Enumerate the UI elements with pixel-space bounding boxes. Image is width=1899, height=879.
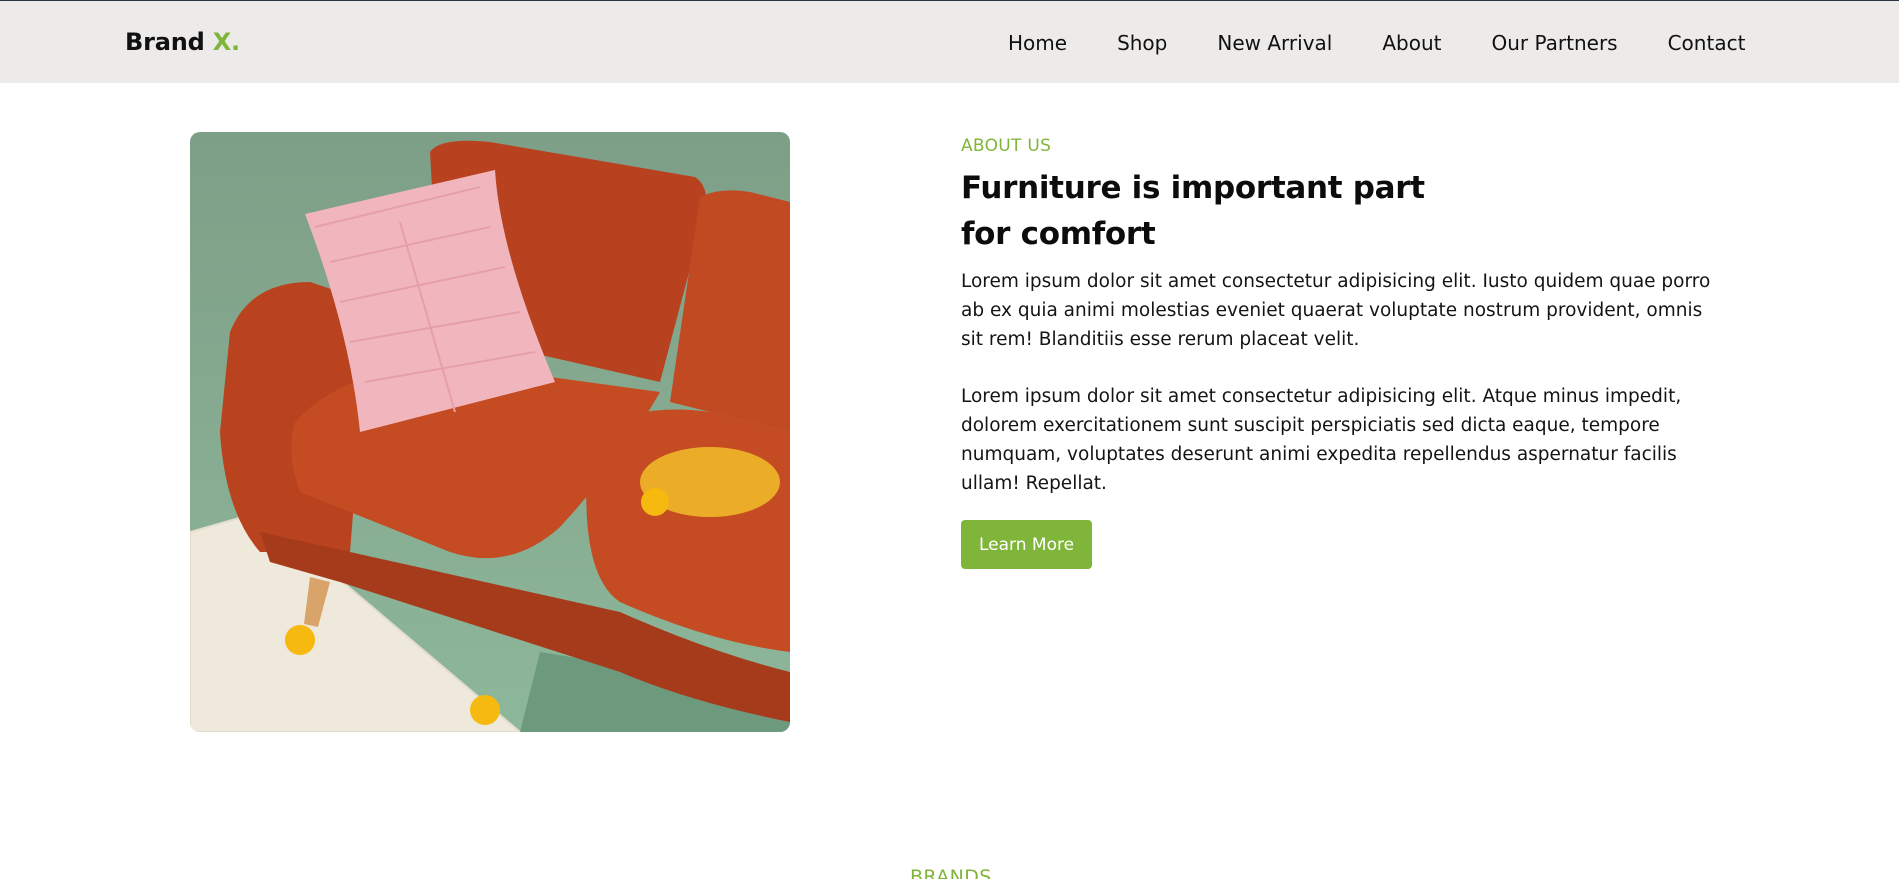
nav-link-our-partners[interactable]: Our Partners <box>1491 31 1617 55</box>
about-paragraph-1: Lorem ipsum dolor sit amet consectetur a… <box>961 271 1711 350</box>
nav-link-about[interactable]: About <box>1382 31 1441 55</box>
learn-more-button[interactable]: Learn More <box>961 520 1093 569</box>
about-headline: Furniture is important part for comfort <box>961 165 1721 257</box>
nav-link-home[interactable]: Home <box>1008 31 1067 55</box>
brands-heading: BRANDS <box>910 866 992 879</box>
brand-logo[interactable]: Brand X. <box>125 28 240 56</box>
nav-link-contact[interactable]: Contact <box>1668 31 1746 55</box>
nav-link-shop[interactable]: Shop <box>1117 31 1167 55</box>
sofa-illustration <box>190 132 790 732</box>
about-section: ABOUT US Furniture is important part for… <box>961 136 1721 569</box>
brand-accent: X. <box>212 28 240 56</box>
about-paragraph-2: Lorem ipsum dolor sit amet consectetur a… <box>961 386 1682 494</box>
headline-line-1: Furniture is important part <box>961 170 1425 206</box>
headline-line-2: for comfort <box>961 216 1156 252</box>
main-nav: Home Shop New Arrival About Our Partners… <box>1008 31 1745 55</box>
navbar: Brand X. Home Shop New Arrival About Our… <box>0 1 1899 83</box>
section-eyebrow: ABOUT US <box>961 136 1052 156</box>
nav-link-new-arrival[interactable]: New Arrival <box>1217 31 1332 55</box>
brand-name: Brand <box>125 28 205 56</box>
sofa-image <box>190 132 790 732</box>
